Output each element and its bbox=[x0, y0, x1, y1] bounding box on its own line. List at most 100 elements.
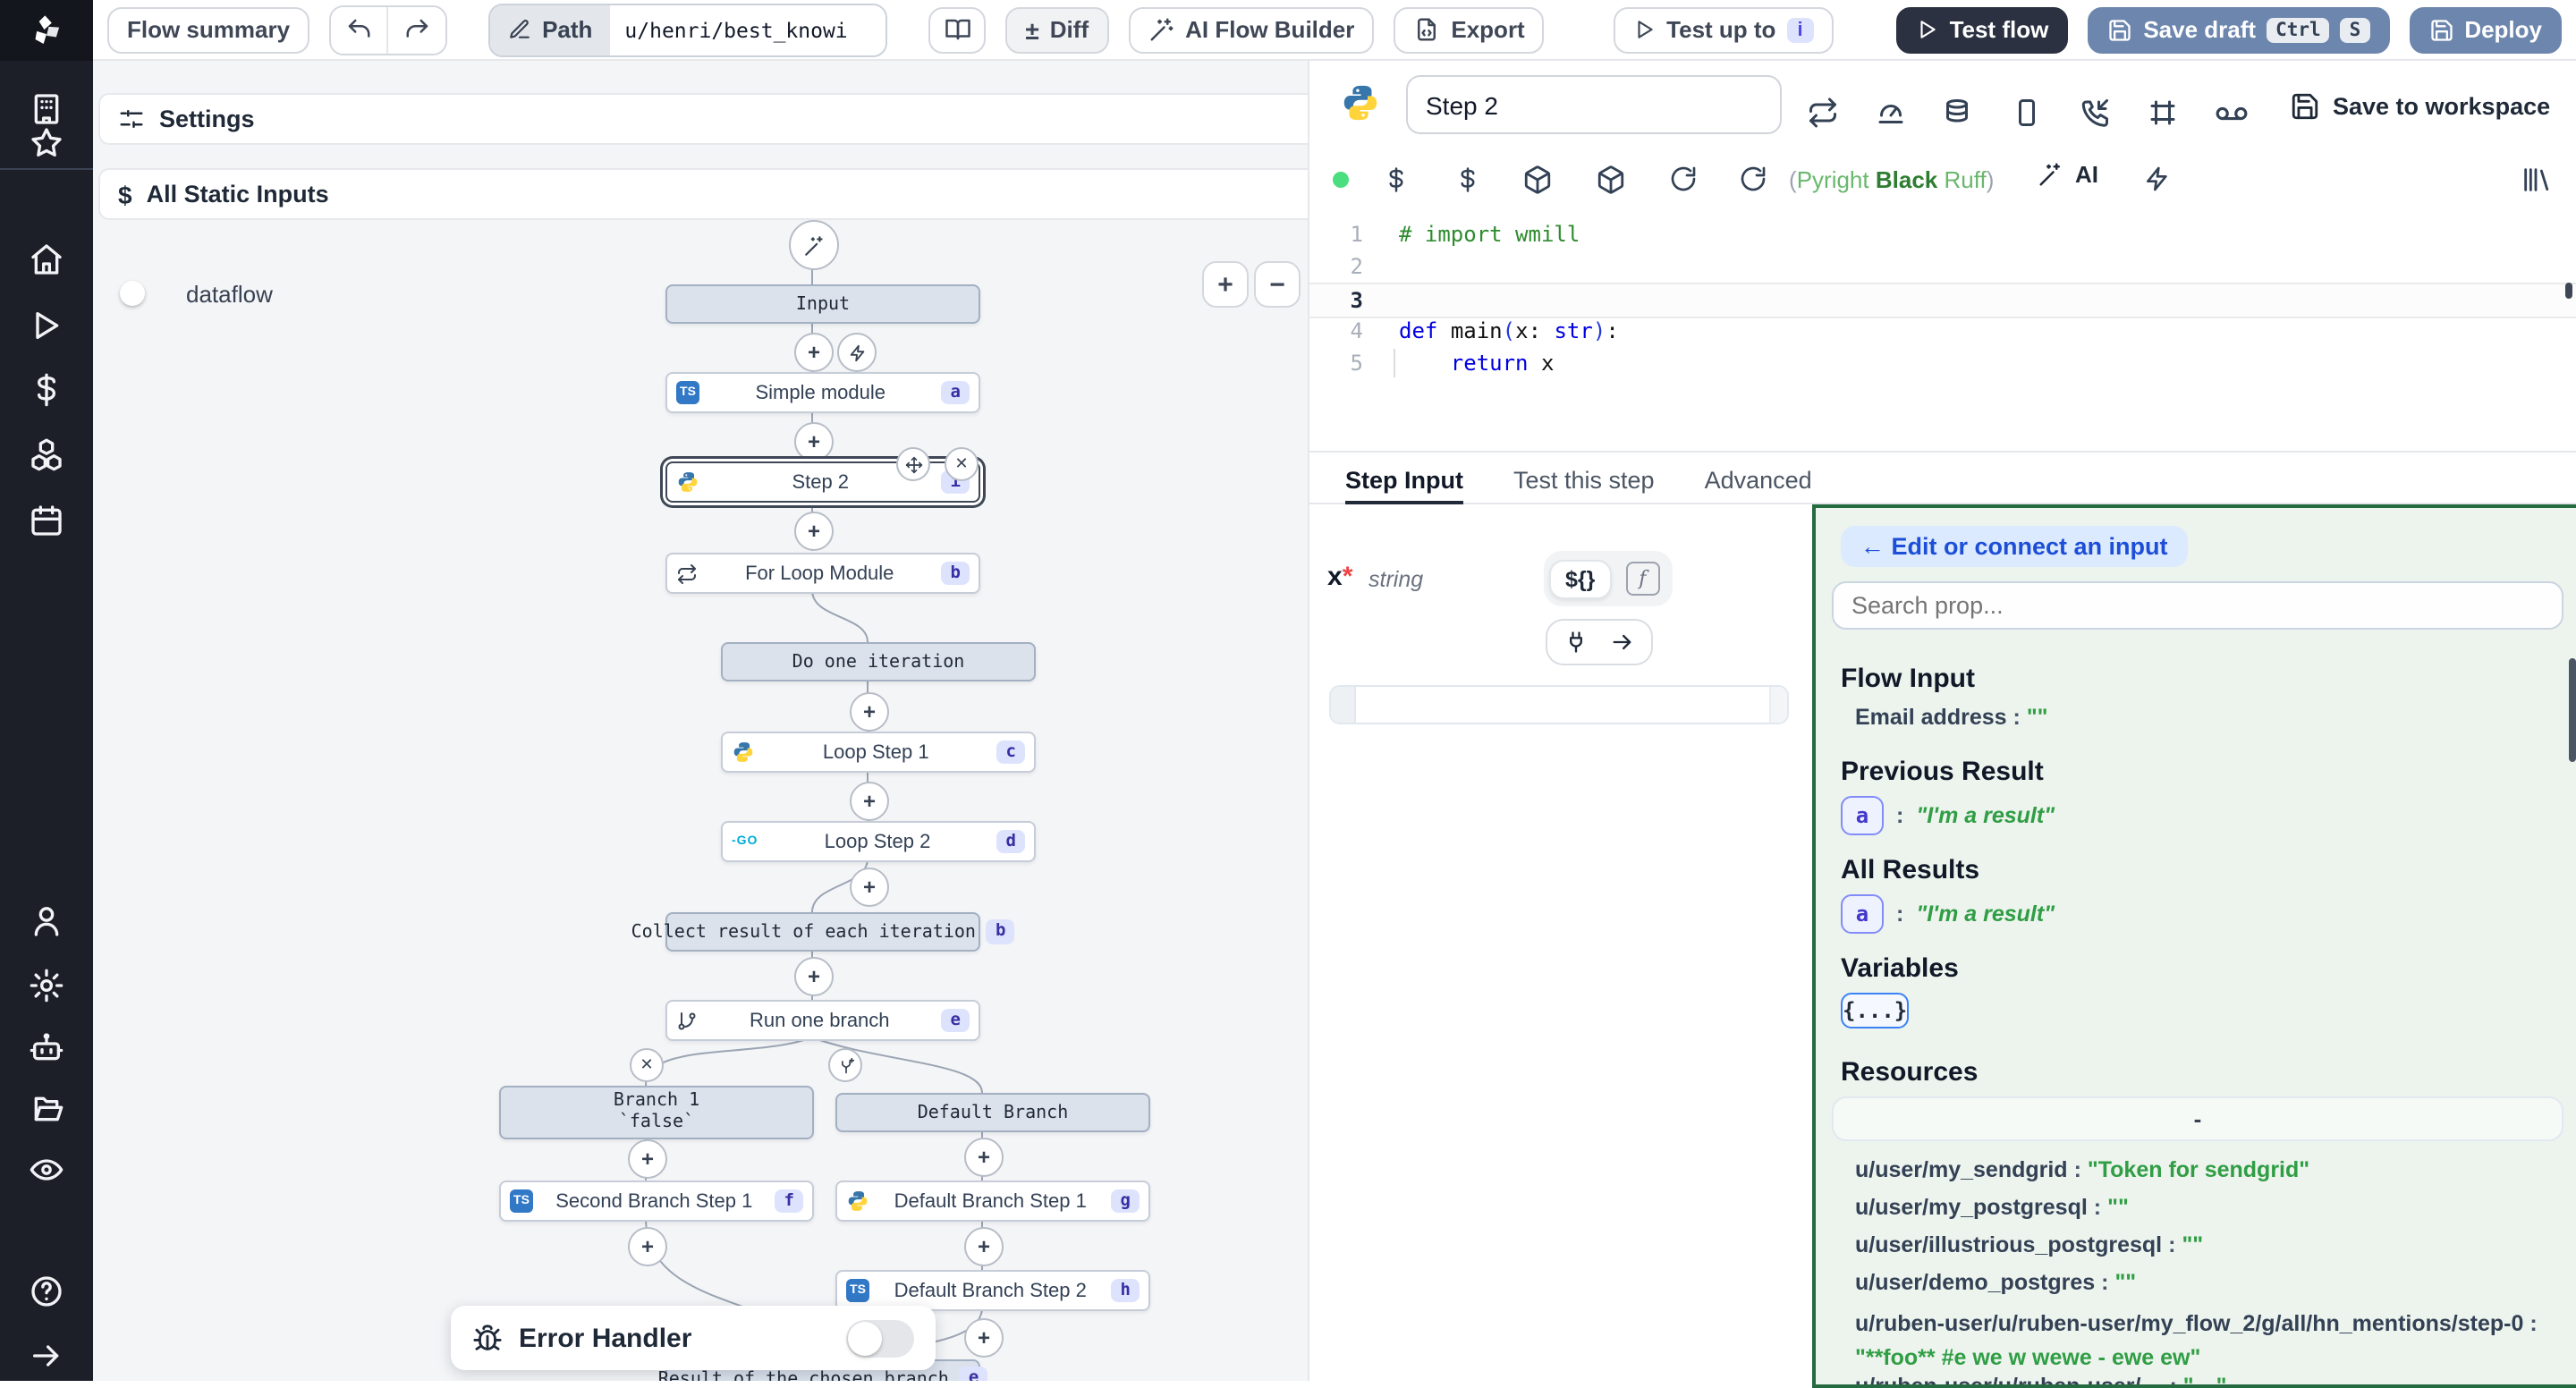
suspend-button[interactable] bbox=[2005, 91, 2048, 134]
edit-or-connect-pill[interactable]: ← Edit or connect an input bbox=[1841, 526, 2188, 567]
library-button[interactable] bbox=[2513, 157, 2556, 200]
path-input[interactable] bbox=[610, 4, 886, 55]
add-step-button[interactable]: + bbox=[794, 957, 834, 996]
path-label-wrap[interactable]: Path bbox=[490, 4, 610, 55]
redo-button[interactable] bbox=[388, 6, 445, 53]
resource-row[interactable]: u/ruben-user/u/ruben-user/my_flow_2/g/al… bbox=[1855, 1308, 2553, 1377]
result-key-badge[interactable]: a bbox=[1841, 894, 1884, 934]
windmill-logo[interactable] bbox=[0, 0, 93, 61]
node-run-one-branch[interactable]: Run one branch e bbox=[665, 1000, 980, 1041]
save-draft-button[interactable]: Save draftCtrlS bbox=[2088, 6, 2389, 53]
code-editor[interactable]: 1# import wmill 2 3 4def main(x: str): 5… bbox=[1309, 211, 2576, 451]
add-step-button[interactable]: + bbox=[964, 1227, 1004, 1266]
node-loop-step1[interactable]: Loop Step 1 c bbox=[721, 732, 1036, 773]
dependencies-button[interactable] bbox=[1515, 157, 1558, 200]
node-collect-result[interactable]: Collect result of each iteration b bbox=[665, 912, 980, 952]
diff-button[interactable]: ±Diff bbox=[1005, 6, 1108, 53]
step-name-input[interactable] bbox=[1406, 75, 1782, 134]
search-prop-input[interactable] bbox=[1832, 581, 2563, 630]
all-results-row[interactable]: a:"I'm a result" bbox=[1841, 894, 2055, 934]
sidebar-item-settings[interactable] bbox=[29, 968, 64, 1003]
trigger-button[interactable] bbox=[837, 333, 877, 372]
ai-flow-wand-button[interactable] bbox=[789, 220, 839, 270]
variables-badge[interactable]: {...} bbox=[1841, 993, 1909, 1028]
node-default-branch[interactable]: Default Branch bbox=[835, 1093, 1150, 1132]
node-simple-module[interactable]: TS Simple module a bbox=[665, 372, 980, 413]
resource-row-clipped[interactable]: u/ruben-user/u/ruben-user/… : "…" bbox=[1855, 1374, 2553, 1388]
add-step-button[interactable]: + bbox=[850, 868, 889, 907]
test-up-to-button[interactable]: Test up toi bbox=[1613, 6, 1833, 53]
sidebar-item-folders[interactable] bbox=[29, 1091, 64, 1127]
node-default-branch-step1[interactable]: Default Branch Step 1 g bbox=[835, 1181, 1150, 1222]
add-step-button[interactable]: + bbox=[964, 1138, 1004, 1177]
plug-icon[interactable] bbox=[1563, 630, 1589, 655]
resources-empty-select[interactable]: - bbox=[1832, 1096, 2563, 1141]
lockfile-button[interactable] bbox=[1589, 157, 1631, 200]
arrow-right-icon[interactable] bbox=[1610, 630, 1635, 655]
flow-input-row[interactable]: Email address : "" bbox=[1855, 705, 2048, 730]
node-loop-step2[interactable]: -GO Loop Step 2 d bbox=[721, 821, 1036, 862]
sidebar-item-audit-logs[interactable] bbox=[29, 1152, 64, 1188]
node-second-branch-step1[interactable]: TS Second Branch Step 1 f bbox=[499, 1181, 814, 1222]
add-step-button[interactable]: + bbox=[964, 1318, 1004, 1358]
resource-row[interactable]: u/user/my_sendgrid : "Token for sendgrid… bbox=[1855, 1157, 2309, 1182]
sidebar-item-schedules[interactable] bbox=[29, 503, 64, 538]
connect-panel-scrollbar[interactable] bbox=[2569, 658, 2576, 762]
export-button[interactable]: Export bbox=[1394, 6, 1544, 53]
add-step-button[interactable]: + bbox=[794, 422, 834, 461]
add-branch-button[interactable] bbox=[828, 1048, 862, 1082]
sidebar-item-help[interactable] bbox=[29, 1274, 64, 1309]
error-handler-bar[interactable]: Error Handler bbox=[451, 1306, 936, 1370]
sidebar-item-runs[interactable] bbox=[29, 308, 64, 343]
move-step-handle[interactable] bbox=[896, 447, 930, 481]
format-button[interactable] bbox=[1732, 157, 1775, 200]
add-step-button[interactable]: + bbox=[794, 512, 834, 551]
node-input[interactable]: Input bbox=[665, 284, 980, 324]
resource-row[interactable]: u/user/my_postgresql : "" bbox=[1855, 1195, 2129, 1220]
result-key-badge[interactable]: a bbox=[1841, 796, 1884, 835]
add-step-button[interactable]: + bbox=[850, 692, 889, 732]
sidebar-collapse[interactable] bbox=[29, 1338, 64, 1374]
add-variable-button[interactable] bbox=[1374, 157, 1417, 200]
instant-preview-button[interactable] bbox=[2136, 157, 2179, 200]
test-flow-button[interactable]: Test flow bbox=[1896, 6, 2069, 53]
resource-row[interactable]: u/user/illustrious_postgresql : "" bbox=[1855, 1232, 2203, 1257]
timeout-button[interactable] bbox=[2141, 91, 2184, 134]
sidebar-item-workspace[interactable] bbox=[29, 91, 64, 127]
undo-button[interactable] bbox=[331, 6, 388, 53]
add-resource-button[interactable] bbox=[1445, 157, 1488, 200]
error-handler-toggle[interactable] bbox=[846, 1319, 914, 1357]
function-mode-toggle[interactable]: f bbox=[1625, 562, 1659, 596]
cache-button[interactable] bbox=[1936, 91, 1979, 134]
sidebar-item-workers[interactable] bbox=[29, 1030, 64, 1066]
node-for-loop[interactable]: For Loop Module b bbox=[665, 553, 980, 594]
sidebar-item-favorites[interactable] bbox=[29, 125, 64, 161]
add-step-button[interactable]: + bbox=[794, 333, 834, 372]
tab-step-input[interactable]: Step Input bbox=[1345, 453, 1463, 506]
early-stop-button[interactable] bbox=[1869, 91, 1912, 134]
flow-summary-button[interactable]: Flow summary bbox=[107, 6, 309, 53]
add-step-button[interactable]: + bbox=[628, 1227, 667, 1266]
tab-advanced[interactable]: Advanced bbox=[1705, 453, 1812, 506]
concurrency-button[interactable] bbox=[2073, 91, 2116, 134]
remove-branch-button[interactable]: ✕ bbox=[630, 1048, 664, 1082]
editor-scrollbar[interactable] bbox=[2565, 283, 2572, 299]
tab-test-this-step[interactable]: Test this step bbox=[1513, 453, 1655, 506]
prop-value-input[interactable] bbox=[1329, 685, 1789, 724]
mock-button[interactable] bbox=[2209, 91, 2252, 134]
delete-step-button[interactable]: ✕ bbox=[945, 447, 979, 481]
expression-mode-toggle[interactable]: ${} bbox=[1549, 559, 1611, 598]
deploy-button[interactable]: Deploy bbox=[2409, 6, 2562, 53]
add-step-button[interactable]: + bbox=[628, 1139, 667, 1179]
save-to-workspace-button[interactable]: Save to workspace bbox=[2290, 91, 2550, 122]
node-step2-selected[interactable]: Step 2 i bbox=[665, 461, 980, 503]
node-do-one-iteration[interactable]: Do one iteration bbox=[721, 642, 1036, 681]
add-step-button[interactable]: + bbox=[850, 782, 889, 821]
node-branch1[interactable]: Branch 1 `false` bbox=[499, 1086, 814, 1139]
previous-result-row[interactable]: a:"I'm a result" bbox=[1841, 796, 2055, 835]
reload-button[interactable] bbox=[1662, 157, 1705, 200]
sidebar-item-users[interactable] bbox=[29, 903, 64, 939]
docs-button[interactable] bbox=[928, 6, 986, 53]
sidebar-item-home[interactable] bbox=[29, 241, 64, 277]
sidebar-item-variables[interactable] bbox=[29, 372, 64, 408]
